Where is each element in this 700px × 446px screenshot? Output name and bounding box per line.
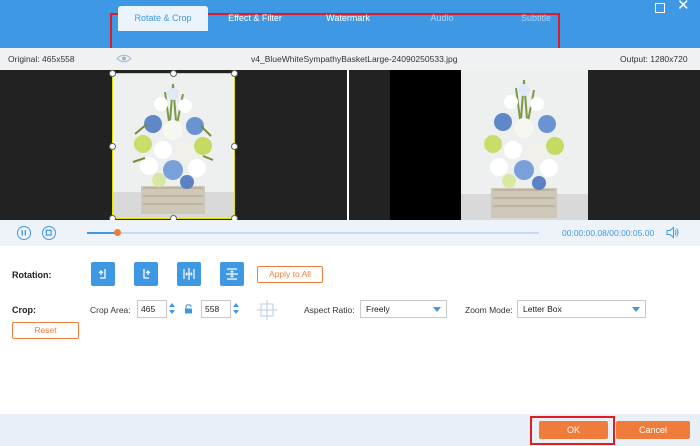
file-name: v4_BlueWhiteSympathyBasketLarge-24090250… bbox=[251, 54, 458, 64]
rotate-right-icon bbox=[143, 269, 151, 279]
crop-height-input[interactable]: 558 bbox=[201, 300, 231, 318]
crop-handle-top[interactable] bbox=[170, 70, 177, 77]
aspect-ratio-value: Freely bbox=[366, 304, 390, 314]
close-icon[interactable]: ✕ bbox=[677, 0, 690, 13]
tab-subtitle[interactable]: Subtitle bbox=[494, 6, 578, 31]
maximize-icon[interactable] bbox=[655, 3, 665, 13]
cancel-button[interactable]: Cancel bbox=[616, 421, 690, 439]
ok-button[interactable]: OK bbox=[539, 421, 608, 439]
crop-handle-top-right[interactable] bbox=[231, 70, 238, 77]
crop-label: Crop: bbox=[12, 305, 36, 315]
eye-icon[interactable] bbox=[116, 54, 132, 63]
chevron-down-icon bbox=[632, 307, 640, 312]
crop-center-icon[interactable] bbox=[256, 299, 278, 321]
flip-vertical-button[interactable] bbox=[220, 262, 244, 286]
rotate-left-button[interactable] bbox=[91, 262, 115, 286]
pause-button[interactable] bbox=[17, 226, 31, 240]
tab-rotate-crop[interactable]: Rotate & Crop bbox=[118, 6, 208, 31]
zoom-mode-value: Letter Box bbox=[523, 304, 562, 314]
reset-button[interactable]: Reset bbox=[12, 322, 79, 339]
progress-knob[interactable] bbox=[114, 229, 121, 236]
tab-audio[interactable]: Audio bbox=[400, 6, 484, 31]
progress-fill bbox=[87, 232, 117, 234]
aspect-ratio-label: Aspect Ratio: bbox=[304, 305, 355, 315]
aspect-ratio-select[interactable]: Freely bbox=[360, 300, 447, 318]
rotation-label: Rotation: bbox=[12, 270, 52, 280]
crop-width-input[interactable]: 465 bbox=[137, 300, 167, 318]
stop-icon bbox=[45, 229, 52, 236]
tab-watermark[interactable]: Watermark bbox=[306, 6, 390, 31]
chevron-down-icon bbox=[433, 307, 441, 312]
crop-handle-left[interactable] bbox=[109, 143, 116, 150]
crop-handle-top-left[interactable] bbox=[109, 70, 116, 77]
crop-area-label: Crop Area: bbox=[90, 305, 131, 315]
playback-bar: 00:00:00.08/00:00:05.00 bbox=[0, 220, 700, 246]
progress-track[interactable] bbox=[87, 232, 539, 234]
lock-icon[interactable] bbox=[184, 304, 193, 314]
volume-icon[interactable] bbox=[666, 226, 679, 239]
crop-height-stepper[interactable] bbox=[233, 300, 241, 318]
zoom-mode-label: Zoom Mode: bbox=[465, 305, 513, 315]
output-image bbox=[461, 70, 588, 220]
total-time: /00:00:05.00 bbox=[606, 228, 655, 238]
preview-area bbox=[0, 70, 700, 220]
crop-frame[interactable] bbox=[112, 73, 235, 219]
crop-width-stepper[interactable] bbox=[169, 300, 177, 318]
top-bar: Rotate & Crop Effect & Filter Watermark … bbox=[0, 0, 700, 50]
apply-to-all-button[interactable]: Apply to All bbox=[257, 266, 323, 283]
flip-vertical-icon bbox=[226, 268, 238, 280]
tab-effect-filter[interactable]: Effect & Filter bbox=[214, 6, 296, 31]
time-display: 00:00:00.08/00:00:05.00 bbox=[562, 228, 654, 238]
zoom-mode-select[interactable]: Letter Box bbox=[517, 300, 646, 318]
flip-horizontal-button[interactable] bbox=[177, 262, 201, 286]
rotate-left-icon bbox=[98, 269, 106, 279]
current-time: 00:00:00.08 bbox=[562, 228, 607, 238]
pause-icon bbox=[21, 230, 26, 236]
original-size: Original: 465x558 bbox=[8, 54, 75, 64]
crop-handle-right[interactable] bbox=[231, 143, 238, 150]
rotate-right-button[interactable] bbox=[134, 262, 158, 286]
flip-horizontal-icon bbox=[183, 268, 195, 280]
stop-button[interactable] bbox=[42, 226, 56, 240]
info-bar: Original: 465x558 v4_BlueWhiteSympathyBa… bbox=[0, 48, 700, 70]
output-size: Output: 1280x720 bbox=[620, 54, 688, 64]
preview-divider bbox=[347, 70, 349, 220]
